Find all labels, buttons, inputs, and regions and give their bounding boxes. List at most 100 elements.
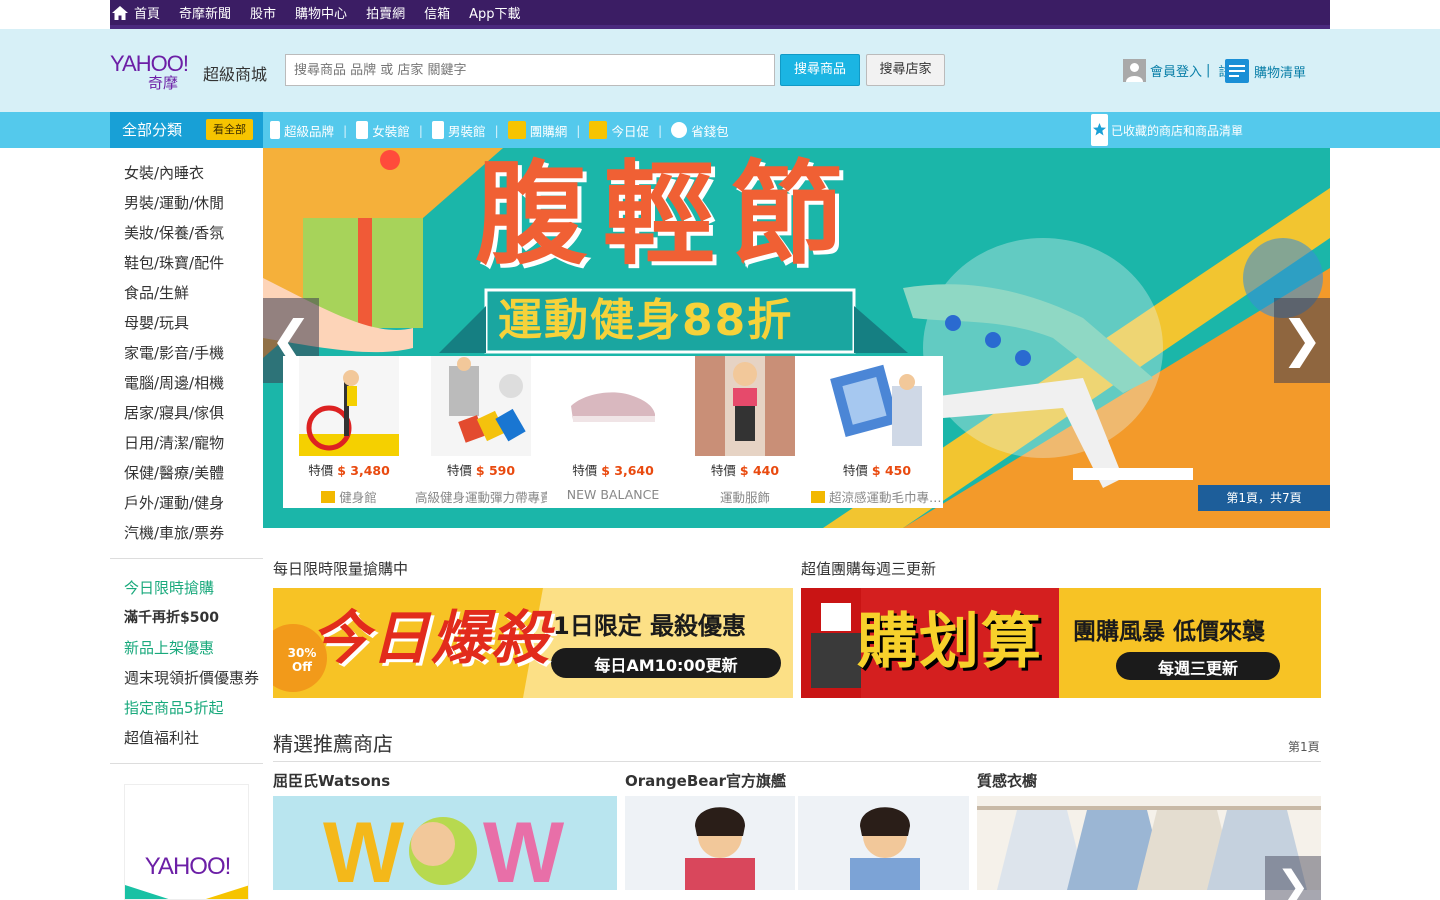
store-image-watsons[interactable]: WW: [273, 796, 617, 890]
group-icon: [507, 121, 526, 139]
nav-separator: |: [494, 122, 499, 138]
dollar-icon: [671, 122, 688, 138]
nav-label: 省錢包: [691, 123, 729, 139]
sidebar-item[interactable]: 汽機/車旅/票券: [124, 522, 224, 543]
top-nav-mail[interactable]: 信箱: [424, 3, 450, 22]
price-value: $ 3,640: [601, 463, 654, 478]
nav-separator: |: [418, 122, 423, 138]
tie-icon: [431, 121, 444, 139]
sidebar-item[interactable]: 母嬰/玩具: [124, 312, 189, 333]
user-icon: [1123, 59, 1146, 82]
hero-banner[interactable]: 腹輕節 運動健身88折 ❮ ❯ 特價 $ 3,480 健身館 特價 $ 590 …: [263, 148, 1330, 528]
search-stores-button[interactable]: 搜尋店家: [866, 54, 945, 86]
recommend-next-button[interactable]: ❯: [1265, 856, 1321, 900]
store-image-orangebear[interactable]: [625, 796, 969, 890]
store-title[interactable]: 質感衣櫥: [977, 770, 1037, 791]
sidebar-item[interactable]: 日用/清潔/寵物: [124, 432, 224, 453]
recommend-divider: [273, 761, 1321, 762]
product-store[interactable]: 高級健身運動彈力帶專賣店: [415, 487, 547, 506]
product-card[interactable]: 特價 $ 440 運動服飾: [679, 356, 811, 508]
top-nav-shopping[interactable]: 購物中心: [295, 3, 347, 22]
dress-icon: [356, 121, 369, 139]
nav-items: 超級品牌 | 女裝館 | 男裝館 | 團購網 | 今日促 | 省錢包: [270, 112, 729, 148]
product-price: 特價 $ 590: [415, 460, 547, 479]
sidebar-item[interactable]: 美妝/保養/香氛: [124, 222, 224, 243]
nav-label: 團購網: [529, 123, 568, 139]
nav-item-men[interactable]: 男裝館 |: [431, 121, 508, 140]
sidebar-item[interactable]: 鞋包/珠寶/配件: [124, 252, 224, 273]
list-icon: [1225, 59, 1249, 83]
sidebar-item[interactable]: 家電/影音/手機: [124, 342, 224, 363]
store-image-art: WW: [273, 796, 617, 890]
search-products-button[interactable]: 搜尋商品: [780, 54, 860, 86]
sidebar-promo[interactable]: 週末現領折價優惠券: [124, 667, 259, 688]
search-input[interactable]: [285, 54, 775, 86]
product-store[interactable]: 健身館: [283, 487, 415, 506]
nav-label: 超級品牌: [284, 123, 335, 139]
product-store[interactable]: 超涼感運動毛巾專賣店: [811, 487, 943, 506]
group-buy-banner[interactable]: 購划算 團購風暴 低價來襲 每週三更新: [801, 588, 1321, 698]
store-title[interactable]: 屈臣氏Watsons: [273, 770, 390, 791]
flash-sale-banner[interactable]: 今日爆殺 30% Off 1日限定 最殺優惠 每日AM10:00更新: [273, 588, 793, 698]
gift-icon: [321, 491, 336, 503]
brand-icon: [270, 121, 280, 139]
product-card[interactable]: 特價 $ 450 超涼感運動毛巾專賣店: [811, 356, 943, 508]
svg-text:W: W: [483, 805, 565, 890]
group-buy-line1: 團購風暴 低價來襲: [1073, 619, 1266, 645]
sidebar-promo[interactable]: 新品上架優惠: [124, 637, 214, 658]
sidebar-promo[interactable]: 超值福利社: [124, 727, 199, 748]
product-card[interactable]: 特價 $ 590 高級健身運動彈力帶專賣店: [415, 356, 547, 508]
top-nav-label: 首頁: [134, 7, 161, 22]
nav-label: 女裝館: [372, 123, 410, 139]
sidebar-item[interactable]: 保健/醫療/美體: [124, 462, 224, 483]
gift-icon: [811, 491, 825, 503]
sidebar-item[interactable]: 電腦/周邊/相機: [124, 372, 224, 393]
nav-label: 男裝館: [447, 123, 486, 139]
store-title[interactable]: OrangeBear官方旗艦: [625, 770, 786, 791]
banner-next-button[interactable]: ❯: [1274, 298, 1330, 383]
favorites-link[interactable]: 已收藏的商店和商品清單: [1091, 112, 1243, 148]
view-all-badge[interactable]: 看全部: [206, 119, 253, 140]
top-nav: 首頁 奇摩新聞 股市 購物中心 拍賣網 信箱 App下載: [110, 0, 1330, 29]
sidebar-item[interactable]: 女裝/內睡衣: [124, 162, 204, 183]
sidebar-item[interactable]: 戶外/運動/健身: [124, 492, 224, 513]
nav-separator: |: [343, 122, 348, 138]
banner-subline: 運動健身88折: [498, 295, 794, 346]
product-image: [563, 356, 663, 456]
product-price: 特價 $ 450: [811, 460, 943, 479]
nav-item-promo[interactable]: 今日促 |: [589, 121, 671, 140]
shopping-list[interactable]: 購物清單: [1225, 59, 1306, 83]
shopping-list-label: 購物清單: [1254, 65, 1307, 81]
top-nav-app[interactable]: App下載: [469, 3, 520, 22]
sidebar-promo[interactable]: 今日限時搶購: [124, 577, 214, 598]
price-value: $ 590: [475, 463, 516, 478]
logo[interactable]: YAHOO! 奇摩 超級商城: [110, 49, 270, 93]
product-card[interactable]: 特價 $ 3,640 NEW BALANCE: [547, 356, 679, 508]
top-nav-stock[interactable]: 股市: [250, 3, 276, 22]
top-nav-home[interactable]: 首頁: [112, 3, 160, 22]
product-store[interactable]: 運動服飾: [679, 487, 811, 506]
product-card[interactable]: 特價 $ 3,480 健身館: [283, 356, 415, 508]
all-categories-button[interactable]: 全部分類 看全部: [110, 112, 263, 148]
nav-item-wallet[interactable]: 省錢包: [671, 121, 729, 140]
nav-item-group[interactable]: 團購網 |: [507, 121, 590, 140]
sidebar-item[interactable]: 男裝/運動/休閒: [124, 192, 224, 213]
sidebar-divider: [110, 558, 263, 559]
banner-pager: 第1頁，共7頁: [1198, 485, 1330, 511]
product-store[interactable]: NEW BALANCE: [547, 487, 679, 502]
sidebar-promo[interactable]: 指定商品5折起: [124, 697, 224, 718]
nav-separator: |: [576, 122, 581, 138]
sidebar-promo[interactable]: 滿千再折$500: [124, 607, 219, 627]
nav-item-brands[interactable]: 超級品牌 |: [270, 121, 356, 140]
yahoo-app-promo[interactable]: YAHOO!: [124, 784, 249, 900]
sidebar-item[interactable]: 食品/生鮮: [124, 282, 189, 303]
top-nav-auction[interactable]: 拍賣網: [366, 3, 405, 22]
price-value: $ 450: [871, 463, 912, 478]
header: YAHOO! 奇摩 超級商城 搜尋商品 搜尋店家 會員登入 | 註冊 購物清單: [0, 29, 1440, 112]
login-link[interactable]: 會員登入: [1150, 61, 1202, 80]
nav-item-women[interactable]: 女裝館 |: [356, 121, 432, 140]
sidebar-item[interactable]: 居家/寢具/傢俱: [124, 402, 224, 423]
top-nav-news[interactable]: 奇摩新聞: [179, 3, 231, 22]
login-separator: |: [1206, 63, 1211, 78]
group-buy-line2: 每週三更新: [1157, 659, 1238, 678]
